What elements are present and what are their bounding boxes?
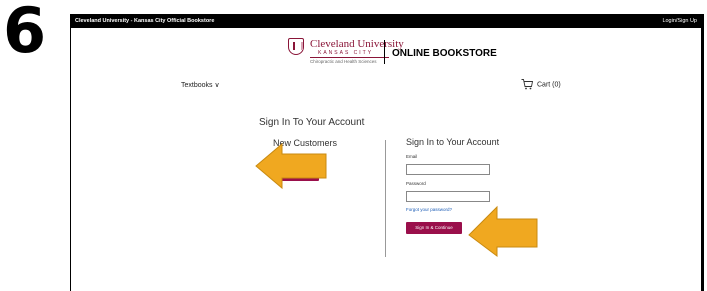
university-subtitle: Chiropractic and Health Sciences	[310, 57, 389, 64]
email-label: Email	[406, 154, 418, 159]
page-title: Sign In To Your Account	[259, 117, 365, 128]
arrow-pointer-icon	[468, 205, 538, 257]
online-bookstore-title: ONLINE BOOKSTORE	[392, 48, 497, 59]
university-crest-icon	[288, 38, 304, 55]
email-field[interactable]	[406, 164, 490, 175]
sign-in-heading: Sign In to Your Account	[406, 137, 500, 147]
forgot-password-link[interactable]: Forgot your password?	[406, 207, 452, 212]
logo-divider	[384, 40, 385, 64]
textbooks-menu[interactable]: Textbooks ∨	[181, 81, 220, 89]
sign-in-continue-button[interactable]: Sign In & Continue	[406, 222, 462, 234]
column-divider	[385, 140, 386, 257]
cart-label: Cart (0)	[537, 81, 561, 89]
browser-frame: Cleveland University - Kansas City Offic…	[70, 14, 704, 291]
arrow-pointer-icon	[255, 142, 327, 190]
password-label: Password	[406, 181, 426, 186]
step-number: 6	[3, 0, 46, 67]
store-title-link[interactable]: Cleveland University - Kansas City Offic…	[75, 18, 214, 24]
cart-link[interactable]: Cart (0)	[521, 79, 561, 90]
cart-icon	[521, 79, 534, 90]
password-field[interactable]	[406, 191, 490, 202]
top-bar: Cleveland University - Kansas City Offic…	[71, 15, 701, 28]
login-signup-link[interactable]: Login/Sign Up	[662, 18, 697, 24]
university-name: Cleveland University	[310, 38, 404, 50]
university-city: KANSAS CITY	[318, 50, 374, 56]
